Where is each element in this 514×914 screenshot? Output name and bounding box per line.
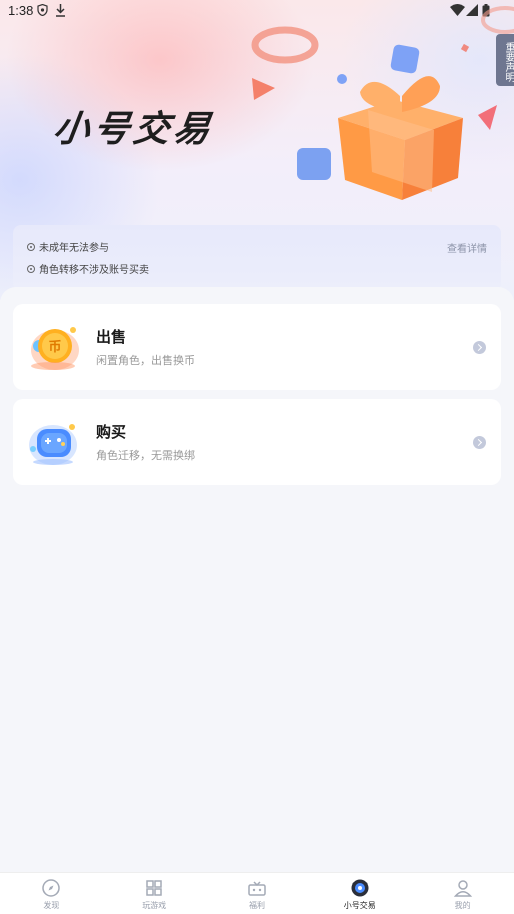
- gift-icon: [338, 76, 463, 200]
- hero-title: 小号交易: [50, 109, 217, 150]
- buy-card[interactable]: 购买 角色迁移，无需换绑: [13, 399, 501, 485]
- sell-subtitle: 闲置角色，出售换币: [96, 354, 195, 367]
- grid-icon: [146, 880, 162, 896]
- nav-label: 我的: [454, 901, 471, 910]
- buy-title: 购买: [96, 423, 127, 441]
- bottom-nav: 发现 玩游戏 福利 小号交易 我的: [0, 872, 514, 914]
- nav-item-welfare[interactable]: 福利: [206, 873, 309, 914]
- gift-box-icon: [248, 881, 266, 896]
- important-notice-tab[interactable]: 重要声明: [496, 34, 514, 86]
- notice-line: 未成年无法参与: [27, 239, 109, 254]
- buy-subtitle: 角色迁移，无需换绑: [96, 449, 195, 462]
- nav-label: 小号交易: [343, 901, 376, 910]
- coin-icon: 币: [31, 327, 79, 370]
- user-icon: [453, 880, 472, 897]
- nav-label: 福利: [248, 901, 265, 910]
- nav-item-play-games[interactable]: 玩游戏: [103, 873, 206, 914]
- svg-text:币: 币: [48, 340, 61, 355]
- sell-title: 出售: [96, 328, 127, 346]
- nav-item-mine[interactable]: 我的: [411, 873, 514, 914]
- view-details-link[interactable]: 查看详情: [447, 240, 487, 255]
- nav-label: 发现: [43, 901, 60, 910]
- bullet-icon: [27, 242, 35, 251]
- nav-item-trade[interactable]: 小号交易: [308, 873, 411, 914]
- compass-icon: [42, 879, 61, 897]
- notice-card: 未成年无法参与 角色转移不涉及账号买卖 查看详情: [13, 225, 501, 291]
- main-sheet: 币 出售 闲置角色，出售换币 购买 角色迁移，无需换绑: [0, 287, 514, 872]
- notice-line-text: 未成年无法参与: [39, 243, 109, 254]
- nav-label: 玩游戏: [142, 901, 167, 910]
- notice-line: 角色转移不涉及账号买卖: [27, 261, 149, 276]
- notice-line-text: 角色转移不涉及账号买卖: [39, 265, 149, 276]
- chevron-right-icon: [473, 341, 486, 354]
- nav-item-discover[interactable]: 发现: [0, 873, 103, 914]
- gamepad-icon: [29, 424, 77, 465]
- sell-card[interactable]: 币 出售 闲置角色，出售换币: [13, 304, 501, 390]
- trade-icon: [351, 879, 369, 897]
- bullet-icon: [27, 264, 35, 273]
- chevron-right-icon: [473, 436, 486, 449]
